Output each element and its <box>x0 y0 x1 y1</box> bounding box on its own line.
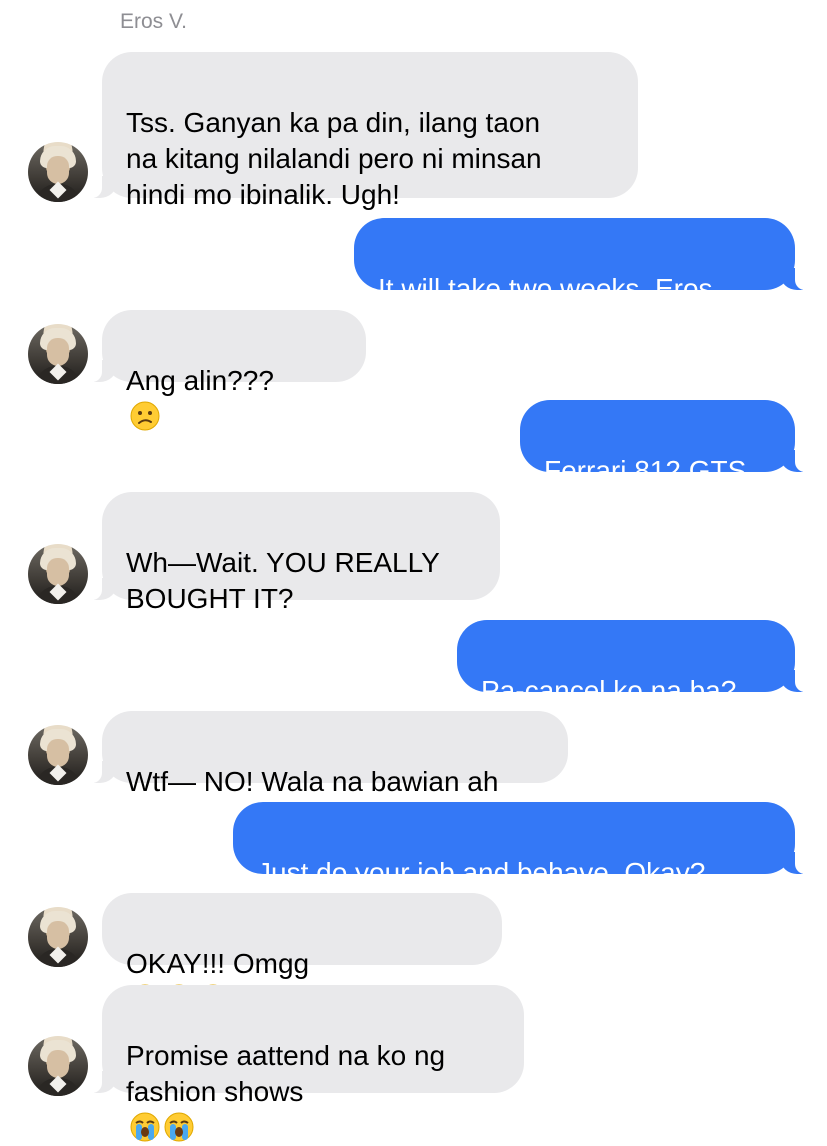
contact-avatar[interactable] <box>28 142 88 202</box>
message-bubble-outgoing[interactable]: Just do your job and behave. Okay? <box>233 802 809 888</box>
contact-avatar[interactable] <box>28 324 88 384</box>
contact-avatar[interactable] <box>28 544 88 604</box>
message-bubble-incoming[interactable]: OKAY!!! Omgg <box>102 893 502 1014</box>
message-text: Promise aattend na ko ng fashion shows <box>126 1040 446 1107</box>
contact-avatar[interactable] <box>28 725 88 785</box>
contact-avatar[interactable] <box>28 1036 88 1096</box>
loudly-crying-icon <box>130 1112 160 1142</box>
message-bubble-incoming[interactable]: Ang alin??? <box>88 310 366 431</box>
message-text: Ang alin??? <box>126 365 274 396</box>
message-bubble-outgoing[interactable]: It will take two weeks, Eros. <box>354 218 809 304</box>
message-bubble-incoming[interactable]: Promise aattend na ko ng fashion shows <box>88 985 524 1142</box>
message-text: It will take two weeks, Eros. <box>378 273 721 304</box>
contact-name: Eros V. <box>120 10 187 33</box>
message-bubble-outgoing[interactable]: Pa-cancel ko na ba? <box>457 620 809 706</box>
message-bubble-outgoing[interactable]: Ferrari 812 GTS <box>520 400 809 486</box>
message-text: Tss. Ganyan ka pa din, ilang taon na kit… <box>126 107 542 210</box>
message-bubble-incoming[interactable]: Wtf— NO! Wala na bawian ah <box>88 711 568 797</box>
message-text: Ferrari 812 GTS <box>544 455 747 486</box>
contact-avatar[interactable] <box>28 907 88 967</box>
message-text: Wh—Wait. YOU REALLY BOUGHT IT? <box>126 547 440 614</box>
message-text: Just do your job and behave. Okay? <box>257 857 706 888</box>
message-bubble-incoming[interactable]: Tss. Ganyan ka pa din, ilang taon na kit… <box>88 52 638 210</box>
loudly-crying-icon <box>164 1112 194 1142</box>
message-bubble-incoming[interactable]: Wh—Wait. YOU REALLY BOUGHT IT? <box>88 492 500 614</box>
message-text: OKAY!!! Omgg <box>126 948 310 979</box>
message-text: Wtf— NO! Wala na bawian ah <box>126 766 499 797</box>
message-text: Pa-cancel ko na ba? <box>481 675 737 706</box>
confused-face-icon <box>130 401 160 431</box>
